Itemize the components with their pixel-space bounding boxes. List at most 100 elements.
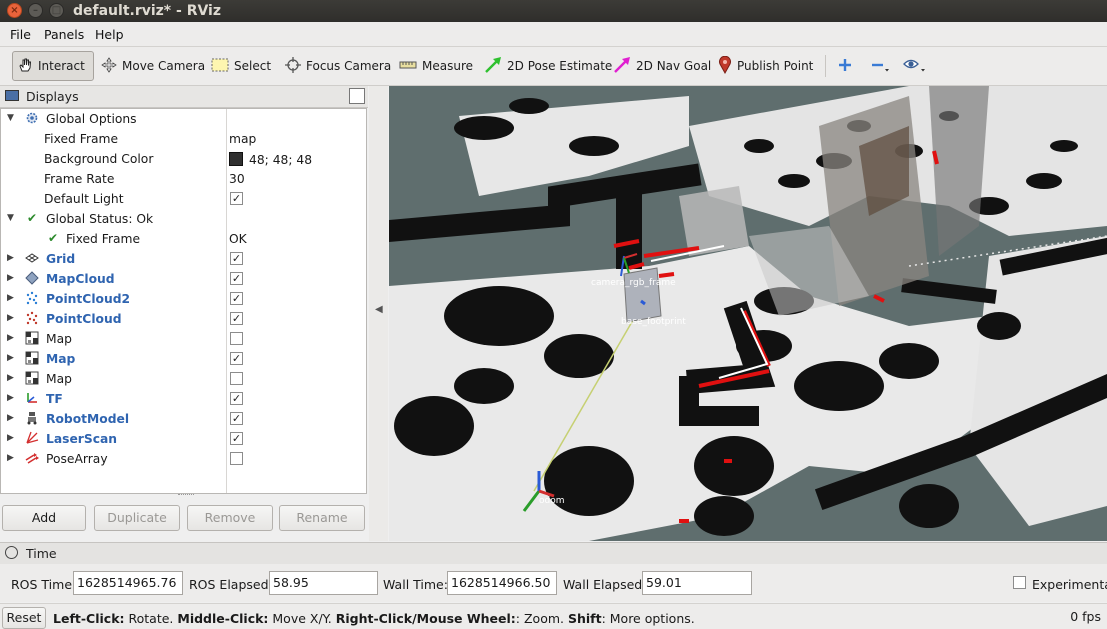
display-item-map[interactable]: ▶ Map [1, 329, 366, 349]
rename-display-button[interactable]: Rename [279, 505, 365, 531]
color-swatch [229, 152, 243, 166]
expand-arrow-icon[interactable]: ▶ [7, 433, 14, 443]
display-item-checkbox[interactable] [230, 332, 243, 345]
minus-icon [870, 57, 890, 76]
hint-move: Move X/Y. [268, 611, 336, 626]
focus-camera-tool-button[interactable]: Focus Camera [281, 51, 395, 81]
select-label: Select [234, 59, 272, 73]
display-item-map[interactable]: ▶ Map [1, 369, 366, 389]
display-item-checkbox[interactable]: ✓ [230, 252, 243, 265]
wall-time-field[interactable]: 1628514966.50 [447, 571, 557, 595]
fixed-frame-row[interactable]: Fixed Frame map [1, 129, 366, 149]
interact-tool-button[interactable]: Interact [12, 51, 94, 81]
remove-tool-button[interactable] [866, 51, 894, 81]
tool-bar: Interact Move Camera Select Focus Camera… [0, 47, 1107, 86]
display-item-pointcloud[interactable]: ▶ PointCloud ✓ [1, 309, 366, 329]
display-item-checkbox[interactable]: ✓ [230, 392, 243, 405]
display-item-label: MapCloud [46, 272, 115, 286]
resize-grip[interactable] [178, 494, 194, 499]
display-item-posearray[interactable]: ▶ PoseArray [1, 449, 366, 469]
background-color-value-field[interactable]: 48; 48; 48 [229, 152, 312, 167]
frame-rate-row[interactable]: Frame Rate 30 [1, 169, 366, 189]
wall-elapsed-field[interactable]: 59.01 [642, 571, 752, 595]
hint-left-click: Left-Click: [53, 611, 125, 626]
background-color-row[interactable]: Background Color 48; 48; 48 [1, 149, 366, 169]
menu-file[interactable]: File [10, 27, 31, 42]
collapse-arrow-icon[interactable]: ▼ [7, 113, 14, 123]
collapse-arrow-icon[interactable]: ▼ [7, 213, 14, 223]
maximize-window-button[interactable]: □ [49, 3, 64, 18]
ros-elapsed-field[interactable]: 58.95 [269, 571, 378, 595]
global-status-row[interactable]: ▼ ✔ Global Status: Ok [1, 209, 366, 229]
green-arrow-icon [484, 56, 502, 76]
expand-arrow-icon[interactable]: ▶ [7, 273, 14, 283]
display-item-checkbox[interactable]: ✓ [230, 432, 243, 445]
display-item-label: RobotModel [46, 412, 130, 426]
display-item-mapcloud[interactable]: ▶ MapCloud ✓ [1, 269, 366, 289]
display-item-checkbox[interactable]: ✓ [230, 412, 243, 425]
map-pin-icon [718, 55, 732, 77]
display-item-label: PointCloud [46, 312, 122, 326]
expand-arrow-icon[interactable]: ▶ [7, 293, 14, 303]
display-item-robotmodel[interactable]: ▶ RobotModel ✓ [1, 409, 366, 429]
robot-model-icon [25, 411, 39, 425]
menu-panels[interactable]: Panels [44, 27, 84, 42]
display-item-checkbox[interactable]: ✓ [230, 352, 243, 365]
move-camera-label: Move Camera [122, 59, 206, 73]
display-item-checkbox[interactable] [230, 372, 243, 385]
global-status-label: Global Status: Ok [46, 212, 154, 226]
remove-display-button[interactable]: Remove [187, 505, 273, 531]
gear-icon [25, 111, 39, 125]
robot-body [623, 267, 662, 323]
status-fixed-frame-row[interactable]: ✔ Fixed Frame OK [1, 229, 366, 249]
ros-time-field[interactable]: 1628514965.76 [73, 571, 183, 595]
mouse-hint: Left-Click: Rotate. Middle-Click: Move X… [53, 611, 695, 626]
expand-arrow-icon[interactable]: ▶ [7, 373, 14, 383]
display-item-pointcloud2[interactable]: ▶ PointCloud2 ✓ [1, 289, 366, 309]
panel-float-button[interactable] [349, 88, 365, 104]
move-camera-tool-button[interactable]: Move Camera [97, 51, 209, 81]
ros-elapsed-label: ROS Elapsed: [189, 577, 273, 592]
display-item-map[interactable]: ▶ Map ✓ [1, 349, 366, 369]
display-item-checkbox[interactable]: ✓ [230, 272, 243, 285]
display-item-checkbox[interactable] [230, 452, 243, 465]
default-light-checkbox[interactable]: ✓ [230, 192, 243, 205]
expand-arrow-icon[interactable]: ▶ [7, 333, 14, 343]
display-item-checkbox[interactable]: ✓ [230, 312, 243, 325]
interact-label: Interact [38, 59, 85, 73]
nav-goal-tool-button[interactable]: 2D Nav Goal [609, 51, 715, 81]
expand-arrow-icon[interactable]: ▶ [7, 313, 14, 323]
menu-help[interactable]: Help [95, 27, 124, 42]
minimize-window-button[interactable]: – [28, 3, 43, 18]
views-tool-button[interactable] [899, 51, 931, 81]
frame-rate-value[interactable]: 30 [229, 172, 245, 186]
background-color-label: Background Color [44, 152, 154, 166]
add-display-button[interactable]: Add [2, 505, 86, 531]
add-tool-button[interactable] [833, 51, 857, 81]
display-item-grid[interactable]: ▶ Grid ✓ [1, 249, 366, 269]
checkmark-icon: ✔ [47, 231, 59, 245]
display-item-tf[interactable]: ▶ TF ✓ [1, 389, 366, 409]
pose-estimate-tool-button[interactable]: 2D Pose Estimate [480, 51, 616, 81]
render-viewport[interactable]: camera_rgb_frame base_footprint odom [389, 86, 1107, 541]
duplicate-display-button[interactable]: Duplicate [94, 505, 180, 531]
expand-arrow-icon[interactable]: ▶ [7, 353, 14, 363]
default-light-row[interactable]: Default Light ✓ [1, 189, 366, 209]
global-options-row[interactable]: ▼ Global Options [1, 109, 366, 129]
time-panel-header: Time [0, 542, 1107, 565]
select-tool-button[interactable]: Select [207, 51, 275, 81]
display-item-checkbox[interactable]: ✓ [230, 292, 243, 305]
panel-splitter[interactable]: ◀ [369, 86, 388, 541]
measure-tool-button[interactable]: Measure [395, 51, 477, 81]
expand-arrow-icon[interactable]: ▶ [7, 453, 14, 463]
display-item-laserscan[interactable]: ▶ LaserScan ✓ [1, 429, 366, 449]
close-window-button[interactable]: × [7, 3, 22, 18]
reset-button[interactable]: Reset [2, 607, 46, 629]
status-bar: Reset Left-Click: Rotate. Middle-Click: … [0, 603, 1107, 629]
expand-arrow-icon[interactable]: ▶ [7, 393, 14, 403]
expand-arrow-icon[interactable]: ▶ [7, 253, 14, 263]
experimental-checkbox[interactable] [1013, 576, 1026, 589]
expand-arrow-icon[interactable]: ▶ [7, 413, 14, 423]
fixed-frame-value[interactable]: map [229, 132, 256, 146]
publish-point-tool-button[interactable]: Publish Point [714, 51, 817, 81]
